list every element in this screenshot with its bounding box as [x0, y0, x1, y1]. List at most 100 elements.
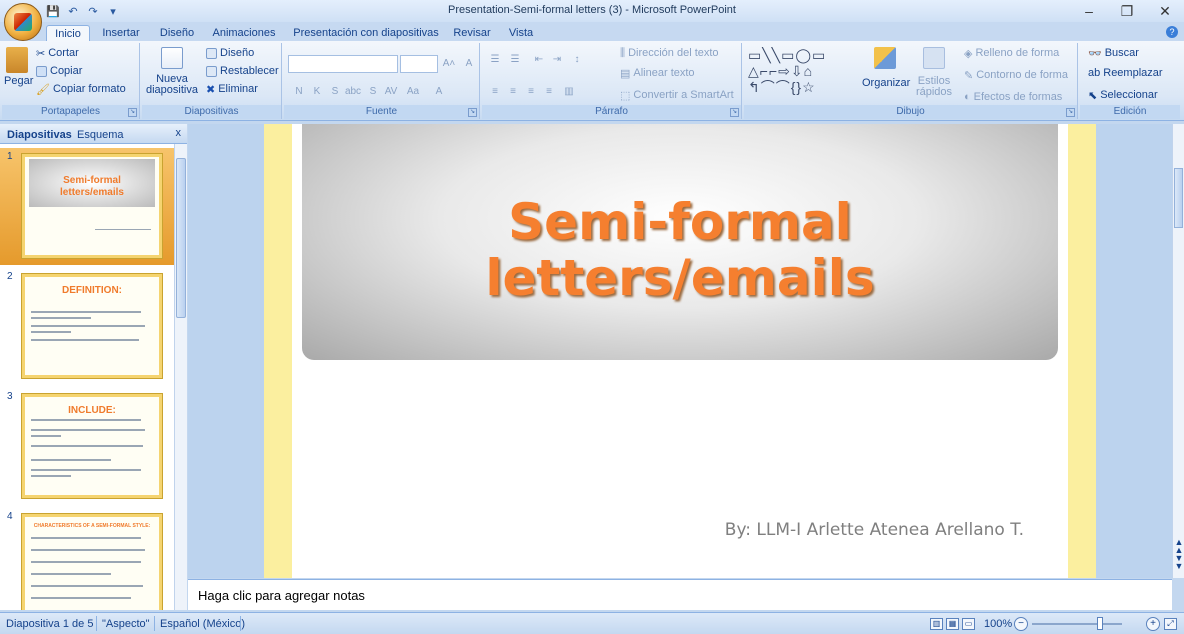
- restore-button[interactable]: ❐: [1108, 0, 1146, 22]
- fit-window-icon[interactable]: ⤢: [1164, 618, 1177, 630]
- tab-diapositivas[interactable]: Diapositivas: [4, 127, 75, 144]
- office-button[interactable]: [4, 3, 42, 41]
- group-label: Diapositivas: [142, 105, 281, 119]
- spacing-icon[interactable]: AV: [382, 83, 400, 100]
- cut-button[interactable]: ✂ Cortar: [36, 45, 79, 61]
- arrange-button[interactable]: Organizar: [862, 47, 910, 89]
- shape-outline-button[interactable]: ✎ Contorno de forma: [964, 67, 1068, 83]
- smartart-button[interactable]: ⬚ Convertir a SmartArt: [620, 87, 734, 103]
- ribbon-tabs: Inicio Insertar Diseño Animaciones Prese…: [0, 22, 1184, 42]
- reset-button[interactable]: Restablecer: [206, 63, 279, 79]
- tab-inicio[interactable]: Inicio: [46, 25, 90, 42]
- tab-presentacion[interactable]: Presentación con diapositivas: [290, 25, 442, 42]
- zoom-slider[interactable]: [1032, 623, 1122, 625]
- normal-view-icon[interactable]: ▥: [930, 618, 943, 630]
- close-icon[interactable]: x: [176, 127, 182, 139]
- thumbnails-scrollbar[interactable]: [174, 144, 187, 610]
- font-name-dropdown[interactable]: [288, 55, 398, 73]
- group-parrafo: ☰ ☰ ⇤ ⇥ ↕ ≡ ≡ ≡ ≡ ▥ ⫼ Dirección del texto…: [482, 43, 742, 119]
- language[interactable]: Español (México): [160, 618, 245, 630]
- dialog-launcher-icon[interactable]: ↘: [468, 108, 477, 117]
- slide-nav-arrows-icon[interactable]: ▲ ▲ ▼ ▼: [1173, 538, 1184, 571]
- tab-animaciones[interactable]: Animaciones: [208, 25, 280, 42]
- shapes-gallery[interactable]: ▭╲╲▭◯▭ △⌐⌐⇨⇩⌂ ↰⌒⌒{}☆: [748, 47, 856, 95]
- notes-placeholder[interactable]: Haga clic para agregar notas: [198, 588, 365, 603]
- dialog-launcher-icon[interactable]: ↘: [1066, 108, 1075, 117]
- font-size-dropdown[interactable]: [400, 55, 438, 73]
- dialog-launcher-icon[interactable]: ↘: [730, 108, 739, 117]
- smartart-icon: ⬚: [620, 89, 631, 102]
- shadow-icon[interactable]: S: [364, 83, 382, 100]
- strikethrough-icon[interactable]: abc: [344, 83, 362, 100]
- replace-button[interactable]: ab Reemplazar: [1088, 65, 1163, 81]
- numbering-icon[interactable]: ☰: [506, 51, 524, 68]
- tab-vista[interactable]: Vista: [504, 25, 538, 42]
- shape-fill-button[interactable]: ◈ Relleno de forma: [964, 45, 1059, 61]
- title-placeholder[interactable]: Semi-formal letters/emails: [302, 124, 1058, 360]
- slide-thumbnail-3[interactable]: 3 INCLUDE:: [0, 388, 174, 505]
- tab-revisar[interactable]: Revisar: [450, 25, 494, 42]
- align-text-button[interactable]: ▤ Alinear texto: [620, 65, 695, 81]
- line-spacing-icon[interactable]: ↕: [568, 51, 586, 68]
- font-color-icon[interactable]: A: [430, 83, 448, 100]
- tab-esquema[interactable]: Esquema: [74, 127, 126, 144]
- clipboard-icon: [6, 47, 28, 73]
- sorter-view-icon[interactable]: ▦: [946, 618, 959, 630]
- copy-button[interactable]: Copiar: [36, 63, 82, 79]
- scissors-icon: ✂: [36, 47, 46, 60]
- format-painter-button[interactable]: 🖌 Copiar formato: [36, 81, 126, 97]
- zoom-out-icon[interactable]: −: [1014, 617, 1028, 631]
- text-direction-button[interactable]: ⫼ Dirección del texto: [620, 45, 719, 61]
- align-right-icon[interactable]: ≡: [522, 83, 540, 100]
- increase-indent-icon[interactable]: ⇥: [548, 51, 566, 68]
- notes-pane[interactable]: Haga clic para agregar notas: [188, 579, 1172, 610]
- slide-thumbnail-2[interactable]: 2 DEFINITION:: [0, 268, 174, 385]
- bold-icon[interactable]: N: [290, 83, 308, 100]
- editor-scrollbar[interactable]: ▲ ▲ ▼ ▼: [1172, 124, 1184, 578]
- slide-title[interactable]: Semi-formal letters/emails: [302, 194, 1058, 306]
- dialog-launcher-icon[interactable]: ↘: [128, 108, 137, 117]
- new-slide-button[interactable]: Nueva diapositiva: [144, 47, 200, 96]
- help-icon[interactable]: ?: [1166, 26, 1178, 38]
- close-button[interactable]: ✕: [1146, 0, 1184, 22]
- columns-icon[interactable]: ▥: [560, 83, 578, 100]
- zoom-level[interactable]: 100%: [984, 618, 1012, 630]
- slide-thumbnails: 1 Semi-formal letters/emails 2 DEFINITIO…: [0, 144, 174, 610]
- bullets-icon[interactable]: ☰: [486, 51, 504, 68]
- slide-count: Diapositiva 1 de 5: [6, 618, 94, 630]
- grow-font-icon[interactable]: A˄: [440, 55, 458, 72]
- quick-styles-button[interactable]: Estilos rápidos: [914, 47, 954, 98]
- underline-icon[interactable]: S: [326, 83, 344, 100]
- scrollbar-thumb[interactable]: [1174, 168, 1183, 228]
- slide-subtitle[interactable]: By: LLM-I Arlette Atenea Arellano T.: [725, 520, 1024, 540]
- zoom-in-icon[interactable]: +: [1146, 617, 1160, 631]
- justify-icon[interactable]: ≡: [540, 83, 558, 100]
- clear-format-icon[interactable]: A: [460, 55, 478, 72]
- binoculars-icon: 👓: [1088, 47, 1102, 60]
- italic-icon[interactable]: K: [308, 83, 326, 100]
- delete-slide-button[interactable]: ✖ Eliminar: [206, 81, 258, 97]
- delete-icon: ✖: [206, 83, 216, 96]
- shape-effects-button[interactable]: ◐ Efectos de formas: [964, 89, 1062, 105]
- tab-insertar[interactable]: Insertar: [96, 25, 146, 42]
- zoom-slider-thumb[interactable]: [1097, 617, 1103, 630]
- align-left-icon[interactable]: ≡: [486, 83, 504, 100]
- align-center-icon[interactable]: ≡: [504, 83, 522, 100]
- scrollbar-thumb[interactable]: [176, 158, 186, 318]
- slides-panel: Diapositivas Esquema x 1 Semi-formal let…: [0, 124, 187, 610]
- minimize-button[interactable]: –: [1070, 0, 1108, 22]
- find-button[interactable]: 👓 Buscar: [1088, 45, 1139, 61]
- slide-canvas[interactable]: Semi-formal letters/emails By: LLM-I Arl…: [292, 124, 1068, 578]
- tab-diseno[interactable]: Diseño: [156, 25, 198, 42]
- slideshow-view-icon[interactable]: ▭: [962, 618, 975, 630]
- slide-thumbnail-4[interactable]: 4 CHARACTERISTICS OF A SEMI-FORMAL STYLE…: [0, 508, 174, 610]
- pen-icon: ✎: [964, 69, 974, 82]
- group-diapositivas: Nueva diapositiva Diseño Restablecer ✖ El…: [142, 43, 282, 119]
- group-edicion: 👓 Buscar ab Reemplazar ⬉ Seleccionar Edició…: [1080, 43, 1180, 119]
- paste-button[interactable]: Pegar: [4, 47, 33, 87]
- case-icon[interactable]: Aa: [404, 83, 422, 100]
- layout-button[interactable]: Diseño: [206, 45, 254, 61]
- decrease-indent-icon[interactable]: ⇤: [530, 51, 548, 68]
- slide-thumbnail-1[interactable]: 1 Semi-formal letters/emails: [0, 148, 174, 265]
- select-button[interactable]: ⬉ Seleccionar: [1088, 87, 1158, 103]
